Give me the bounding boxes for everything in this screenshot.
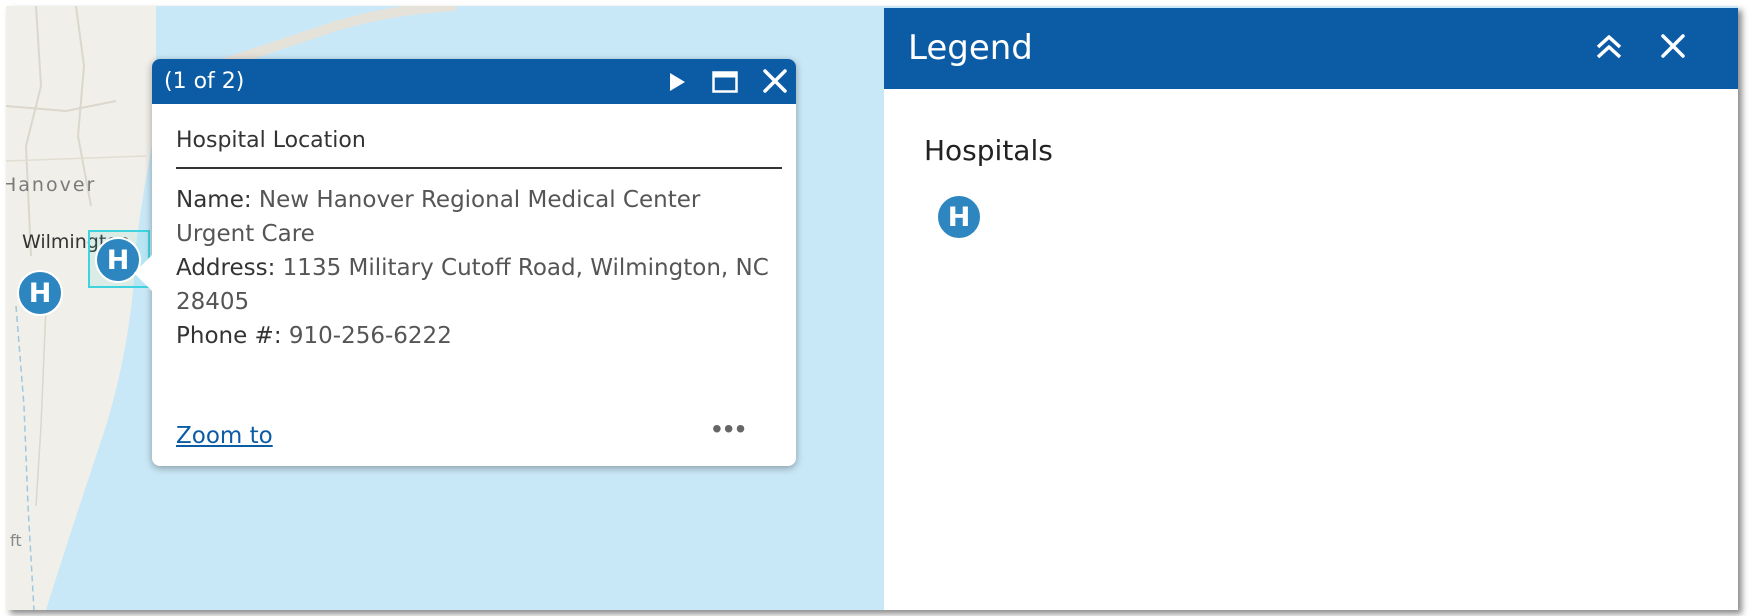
popup-phone-row: Phone #: 910-256-6222	[176, 319, 782, 353]
phone-label: Phone #:	[176, 323, 282, 349]
phone-value: 910-256-6222	[288, 323, 452, 349]
zoom-to-link[interactable]: Zoom to	[176, 423, 273, 449]
name-value: New Hanover Regional Medical Center Urge…	[176, 187, 701, 247]
more-actions-icon[interactable]: •••	[712, 413, 747, 445]
popup-address-row: Address: 1135 Military Cutoff Road, Wilm…	[176, 251, 782, 319]
map-label-elevation-unit: ft	[10, 531, 22, 550]
legend-header: Legend	[884, 8, 1738, 89]
maximize-icon[interactable]	[712, 71, 738, 93]
popup-feature-count: (1 of 2)	[164, 69, 245, 94]
map-view-frame[interactable]: Hanover Wilmington ft H H (1 of 2) Hospi…	[6, 6, 1738, 610]
map-label-county: Hanover	[6, 174, 97, 196]
popup-attributes: Name: New Hanover Regional Medical Cente…	[176, 183, 782, 353]
feature-popup: (1 of 2) Hospital Location Name: New Han…	[134, 59, 796, 466]
hospital-symbol-icon: H	[936, 194, 982, 240]
popup-header: (1 of 2)	[152, 59, 796, 104]
double-chevron-up-icon[interactable]	[1595, 34, 1623, 60]
popup-pointer	[134, 255, 152, 291]
hospital-marker-icon[interactable]: H	[17, 270, 63, 316]
popup-footer: Zoom to	[176, 423, 273, 449]
legend-layer-name: Hospitals	[924, 134, 1053, 167]
popup-name-row: Name: New Hanover Regional Medical Cente…	[176, 183, 782, 251]
close-icon[interactable]	[1660, 33, 1686, 59]
close-icon[interactable]	[762, 68, 788, 94]
name-label: Name:	[176, 187, 252, 213]
address-label: Address:	[176, 255, 276, 281]
legend-title: Legend	[908, 28, 1033, 68]
legend-panel: Legend Hospitals H	[884, 8, 1738, 610]
play-next-icon[interactable]	[667, 72, 687, 92]
popup-title: Hospital Location	[176, 128, 782, 169]
